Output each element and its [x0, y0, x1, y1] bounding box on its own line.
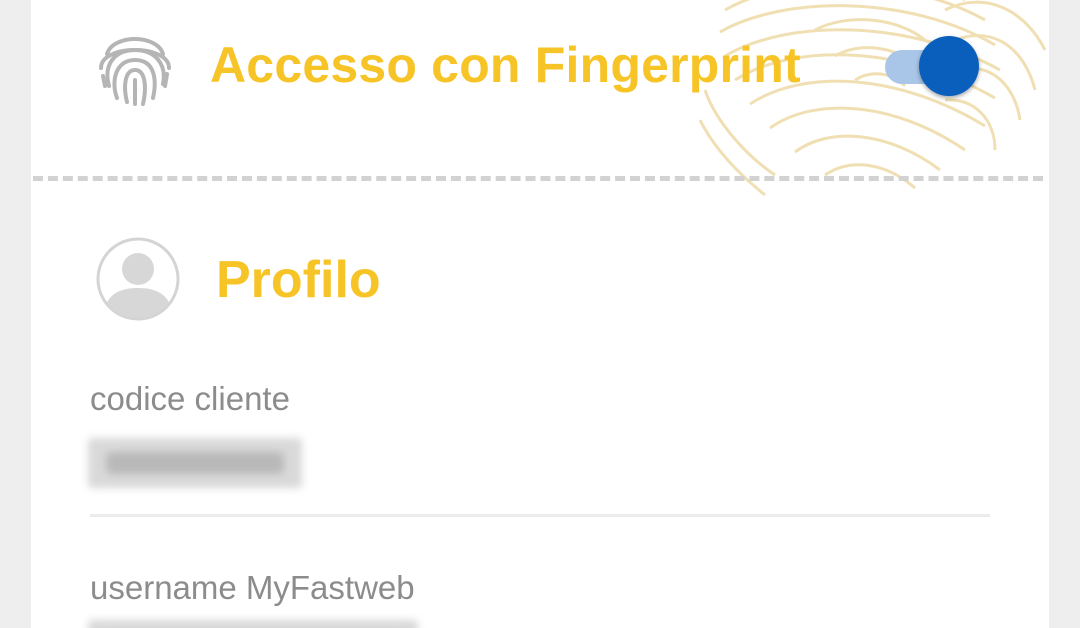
customer-code-value-blurred [88, 438, 302, 488]
avatar-icon [96, 237, 180, 321]
section-divider [33, 176, 1043, 181]
fingerprint-icon [99, 37, 171, 106]
username-label: username MyFastweb [90, 569, 415, 606]
username-value-blurred [88, 620, 418, 628]
fingerprint-access-row: Accesso con Fingerprint [31, 0, 1049, 140]
toggle-knob [919, 36, 979, 96]
fingerprint-toggle[interactable] [883, 36, 983, 96]
field-separator [90, 514, 990, 517]
settings-card: Accesso con Fingerprint Profilo codice c… [31, 0, 1049, 628]
customer-code-label: codice cliente [90, 380, 290, 417]
profile-title: Profilo [216, 251, 381, 309]
fingerprint-access-title: Accesso con Fingerprint [210, 37, 801, 93]
